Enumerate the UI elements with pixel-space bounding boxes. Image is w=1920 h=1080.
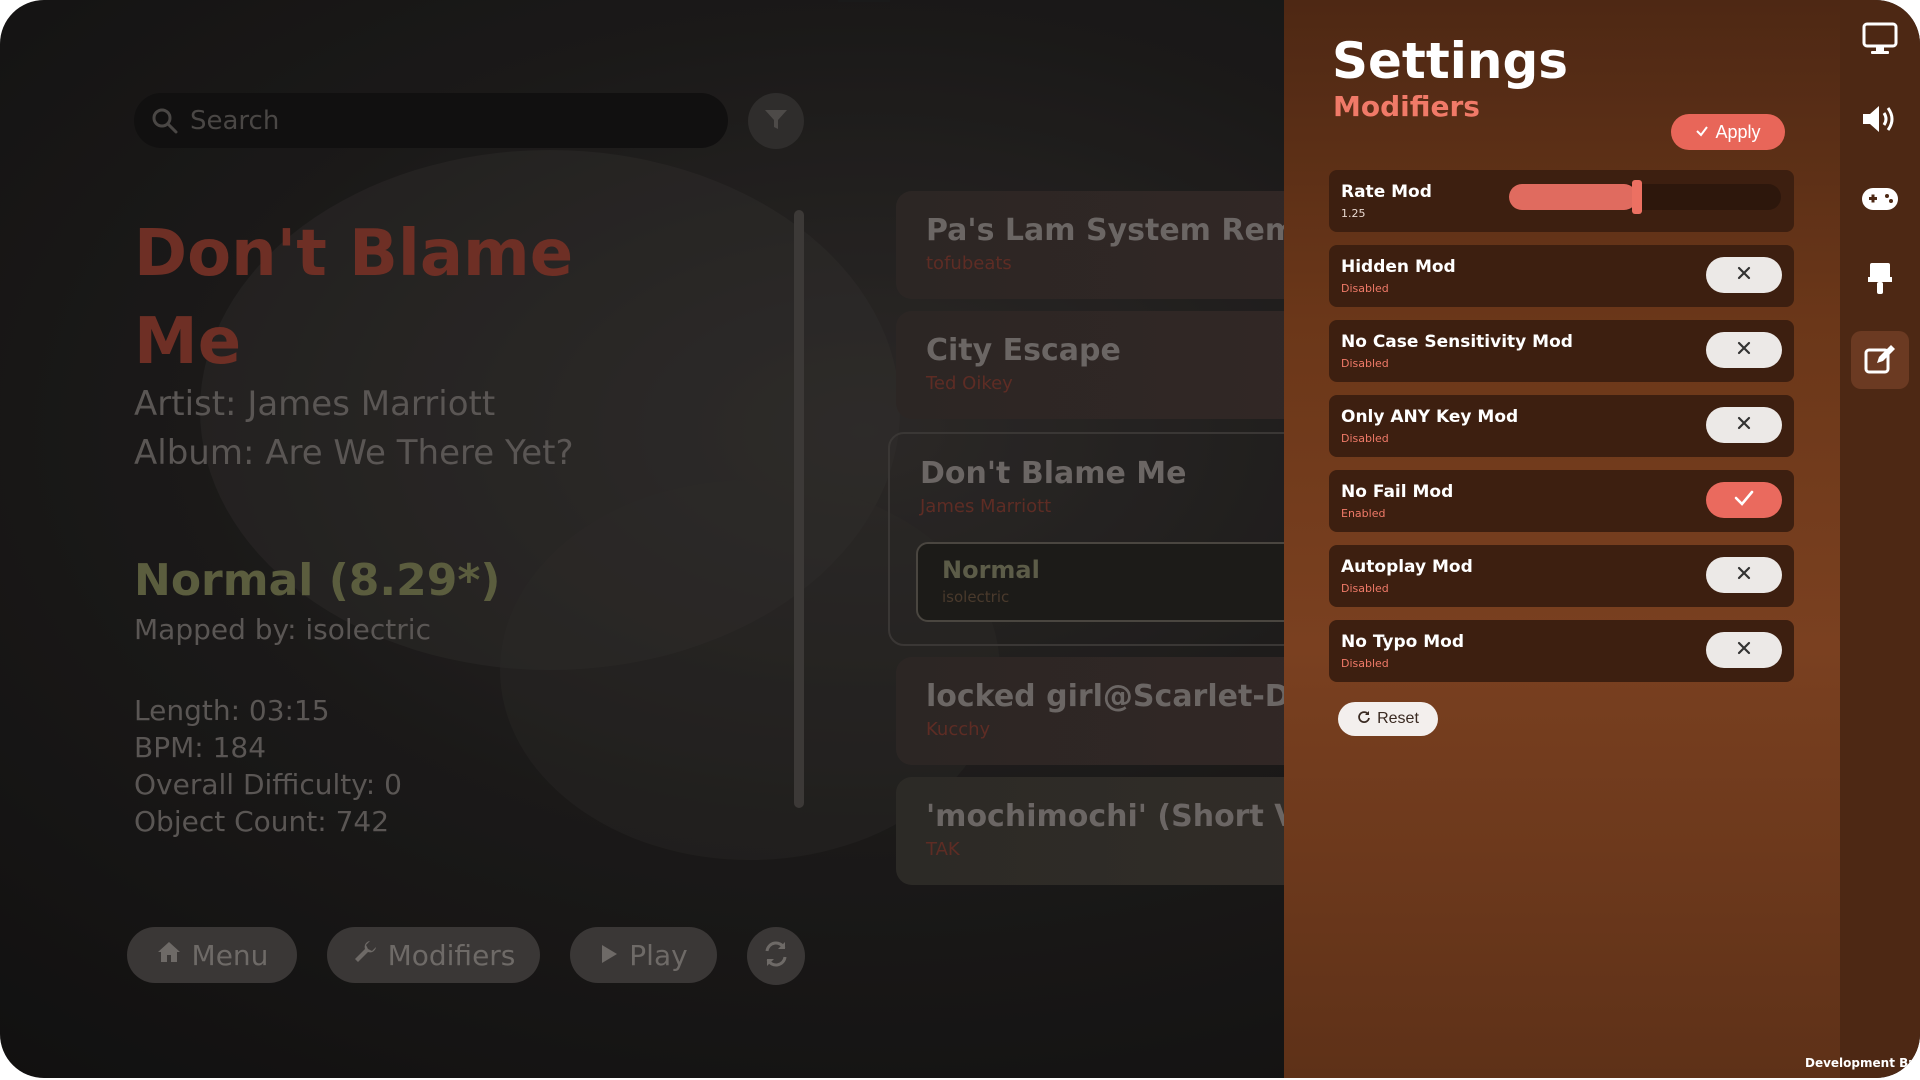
check-icon <box>1734 490 1754 510</box>
song-card-title: 'mochimochi' (Short Ver) <box>926 799 1345 834</box>
mod-toggle[interactable] <box>1706 482 1782 518</box>
mod-row-no-case-sensitivity: No Case Sensitivity Mod Disabled <box>1329 320 1794 382</box>
song-card-title: City Escape <box>926 333 1121 368</box>
mod-label: No Case Sensitivity Mod <box>1341 332 1573 352</box>
mod-label: Only ANY Key Mod <box>1341 407 1519 427</box>
song-stats: Length: 03:15 BPM: 184 Overall Difficult… <box>134 692 402 840</box>
song-card-artist: Kucchy <box>926 719 991 740</box>
mapped-by-text: Mapped by: isolectric <box>134 613 431 646</box>
play-icon <box>599 939 619 972</box>
song-card-title: Don't Blame Me <box>920 456 1187 491</box>
song-title: Don't Blame Me <box>134 217 574 379</box>
mod-toggle[interactable] <box>1706 332 1782 368</box>
info-scrollbar[interactable] <box>794 210 804 808</box>
gamepad-icon[interactable] <box>1851 170 1909 228</box>
reset-button[interactable]: Reset <box>1338 702 1438 736</box>
home-icon <box>156 939 182 972</box>
mod-status: Disabled <box>1341 582 1389 595</box>
top-line <box>838 0 890 2</box>
close-icon <box>1736 640 1752 660</box>
brush-icon[interactable] <box>1851 250 1909 308</box>
play-button[interactable]: Play <box>570 927 717 983</box>
monitor-icon[interactable] <box>1851 10 1909 68</box>
song-card-artist: TAK <box>926 839 960 860</box>
close-icon <box>1736 265 1752 285</box>
rate-mod-row: Rate Mod 1.25 <box>1329 170 1794 232</box>
apply-button[interactable]: Apply <box>1671 114 1785 150</box>
settings-title: Settings <box>1332 32 1569 90</box>
object-count-text: Object Count: 742 <box>134 805 390 838</box>
mod-row-autoplay: Autoplay Mod Disabled <box>1329 545 1794 607</box>
mod-toggle[interactable] <box>1706 632 1782 668</box>
menu-label: Menu <box>191 938 269 972</box>
mod-label: No Fail Mod <box>1341 482 1454 502</box>
mod-status: Disabled <box>1341 432 1389 445</box>
search-input[interactable] <box>188 104 692 137</box>
song-card-artist: Ted Oikey <box>926 373 1013 394</box>
filter-icon <box>762 105 790 137</box>
edit-icon[interactable] <box>1851 331 1909 389</box>
rate-mod-slider-handle[interactable] <box>1631 180 1642 214</box>
mod-row-hidden: Hidden Mod Disabled <box>1329 245 1794 307</box>
mod-status: Disabled <box>1341 657 1389 670</box>
reset-icon <box>1357 710 1371 729</box>
song-card-artist: tofubeats <box>926 253 1012 274</box>
modifiers-button[interactable]: Modifiers <box>327 927 540 983</box>
mod-row-no-fail: No Fail Mod Enabled <box>1329 470 1794 532</box>
length-text: Length: 03:15 <box>134 694 330 727</box>
difficulty-card-name: Normal <box>942 556 1040 584</box>
overall-difficulty-text: Overall Difficulty: 0 <box>134 768 402 801</box>
rate-mod-slider-fill <box>1509 184 1637 210</box>
close-icon <box>1736 565 1752 585</box>
difficulty-card-mapper: isolectric <box>942 588 1010 606</box>
speaker-icon[interactable] <box>1851 90 1909 148</box>
mod-status: Disabled <box>1341 282 1389 295</box>
mod-row-only-any-key: Only ANY Key Mod Disabled <box>1329 395 1794 457</box>
search-bar[interactable] <box>134 93 728 148</box>
refresh-icon <box>761 939 791 973</box>
close-icon <box>1736 415 1752 435</box>
mod-toggle[interactable] <box>1706 257 1782 293</box>
refresh-button[interactable] <box>747 927 805 985</box>
settings-panel <box>1284 0 1840 1078</box>
game-window: Don't Blame Me Artist: James Marriott Al… <box>0 0 1920 1078</box>
mod-label: Autoplay Mod <box>1341 557 1473 577</box>
difficulty-title: Normal (8.29*) <box>134 555 501 606</box>
menu-button[interactable]: Menu <box>127 927 297 983</box>
modifiers-label: Modifiers <box>387 938 516 972</box>
song-card-title: Pa's Lam System Remix <box>926 213 1326 248</box>
reset-label: Reset <box>1377 710 1419 727</box>
mod-toggle[interactable] <box>1706 557 1782 593</box>
rate-mod-slider[interactable] <box>1509 180 1781 214</box>
wrench-icon <box>352 939 378 972</box>
mod-toggle[interactable] <box>1706 407 1782 443</box>
settings-sidebar <box>1840 0 1920 1078</box>
search-icon <box>150 106 180 136</box>
rate-mod-label: Rate Mod <box>1341 182 1432 202</box>
close-icon <box>1736 340 1752 360</box>
apply-label: Apply <box>1715 121 1761 142</box>
album-text: Album: Are We There Yet? <box>134 433 574 473</box>
mod-status: Disabled <box>1341 357 1389 370</box>
check-icon <box>1695 122 1709 143</box>
rate-mod-value: 1.25 <box>1341 207 1366 220</box>
mod-status: Enabled <box>1341 507 1386 520</box>
filter-button[interactable] <box>748 93 804 149</box>
play-label: Play <box>629 938 688 972</box>
song-card-artist: James Marriott <box>920 496 1052 517</box>
mod-label: No Typo Mod <box>1341 632 1465 652</box>
bpm-text: BPM: 184 <box>134 731 267 764</box>
artist-text: Artist: James Marriott <box>134 384 496 424</box>
development-build-label: Development Build <box>1805 1056 1920 1070</box>
mod-label: Hidden Mod <box>1341 257 1456 277</box>
mod-row-no-typo: No Typo Mod Disabled <box>1329 620 1794 682</box>
settings-subtitle: Modifiers <box>1333 90 1480 123</box>
